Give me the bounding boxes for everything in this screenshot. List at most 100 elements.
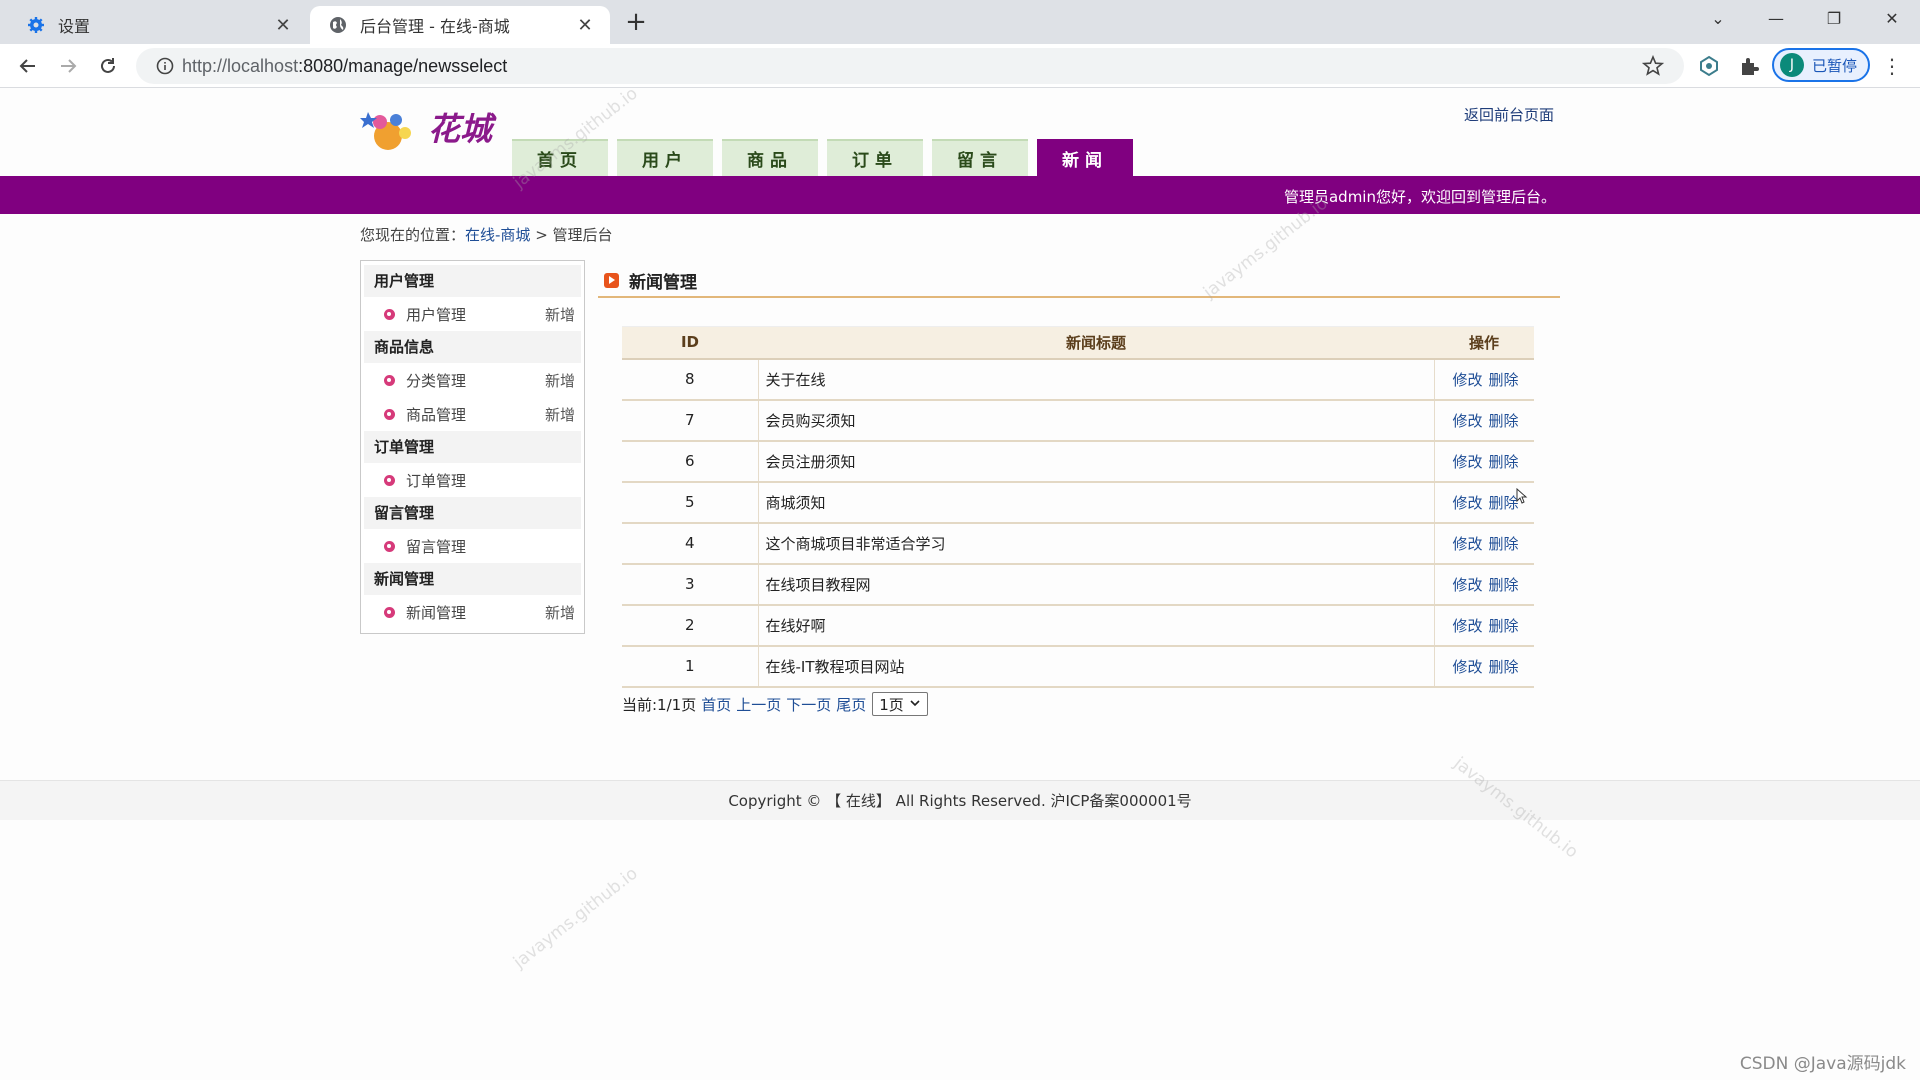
nav-tab-messages[interactable]: 留言 bbox=[932, 139, 1028, 176]
browser-tab-strip: 设置 ✕ 后台管理 - 在线-商城 ✕ + ⌄ — ❐ ✕ bbox=[0, 0, 1920, 44]
bullet-icon bbox=[384, 374, 395, 386]
gear-icon bbox=[26, 15, 46, 35]
sidebar-item-label[interactable]: 分类管理 bbox=[406, 370, 545, 391]
sidebar-group-products: 商品信息 bbox=[364, 331, 581, 363]
column-header-title: 新闻标题 bbox=[758, 326, 1434, 360]
sidebar-item-product-management[interactable]: 商品管理 新增 bbox=[364, 397, 581, 431]
tab-search-icon[interactable]: ⌄ bbox=[1690, 0, 1746, 36]
nav-tab-orders[interactable]: 订单 bbox=[827, 139, 923, 176]
watermark: javayms.github.io bbox=[509, 863, 642, 973]
site-footer: Copyright © 【 在线】 All Rights Reserved. 沪… bbox=[0, 780, 1920, 820]
close-icon[interactable]: ✕ bbox=[574, 14, 596, 36]
site-logo[interactable]: 花城 bbox=[360, 98, 510, 158]
sidebar-add-link[interactable]: 新增 bbox=[545, 602, 575, 623]
info-icon[interactable] bbox=[148, 57, 182, 75]
back-to-front-link[interactable]: 返回前台页面 bbox=[1464, 104, 1554, 125]
sidebar-group-orders: 订单管理 bbox=[364, 431, 581, 463]
sidebar-item-order-management[interactable]: 订单管理 bbox=[364, 463, 581, 497]
breadcrumb-home-link[interactable]: 在线-商城 bbox=[465, 226, 530, 244]
tab-settings[interactable]: 设置 ✕ bbox=[8, 6, 308, 44]
delete-link[interactable]: 删除 bbox=[1489, 576, 1519, 594]
bookmark-star-icon[interactable] bbox=[1641, 54, 1665, 81]
row-id: 7 bbox=[622, 399, 759, 442]
restore-button[interactable]: ❐ bbox=[1806, 0, 1862, 36]
more-menu-icon[interactable]: ⋮ bbox=[1880, 54, 1904, 78]
next-page-link[interactable]: 下一页 bbox=[786, 694, 831, 715]
sidebar-item-user-management[interactable]: 用户管理 新增 bbox=[364, 297, 581, 331]
row-actions: 修改 删除 bbox=[1434, 522, 1534, 565]
sidebar-item-label[interactable]: 新闻管理 bbox=[406, 602, 545, 623]
table-row: 1 在线-IT教程项目网站 修改 删除 bbox=[622, 645, 1534, 688]
credit-watermark: CSDN @Java源码jdk bbox=[1739, 1054, 1906, 1074]
back-arrow-icon[interactable] bbox=[12, 50, 44, 82]
minimize-button[interactable]: — bbox=[1748, 0, 1804, 36]
delete-link[interactable]: 删除 bbox=[1489, 658, 1519, 676]
nav-tab-news[interactable]: 新闻 bbox=[1037, 139, 1133, 176]
nav-tab-products[interactable]: 商品 bbox=[722, 139, 818, 176]
edit-link[interactable]: 修改 bbox=[1453, 535, 1483, 553]
sidebar-add-link[interactable]: 新增 bbox=[545, 370, 575, 391]
edit-link[interactable]: 修改 bbox=[1453, 371, 1483, 389]
forward-arrow-icon[interactable] bbox=[52, 50, 84, 82]
edit-link[interactable]: 修改 bbox=[1453, 576, 1483, 594]
nav-tab-users[interactable]: 用户 bbox=[617, 139, 713, 176]
prev-page-link[interactable]: 上一页 bbox=[736, 694, 781, 715]
window-close-button[interactable]: ✕ bbox=[1864, 0, 1920, 36]
row-title: 在线好啊 bbox=[758, 604, 1435, 647]
mouse-cursor-icon bbox=[1516, 487, 1528, 508]
sidebar-add-link[interactable]: 新增 bbox=[545, 304, 575, 325]
delete-link[interactable]: 删除 bbox=[1489, 494, 1519, 512]
row-id: 1 bbox=[622, 645, 759, 688]
delete-link[interactable]: 删除 bbox=[1489, 535, 1519, 553]
sidebar-item-news-management[interactable]: 新闻管理 新增 bbox=[364, 595, 581, 629]
new-tab-button[interactable]: + bbox=[622, 7, 650, 37]
sidebar-item-message-management[interactable]: 留言管理 bbox=[364, 529, 581, 563]
bullet-icon bbox=[384, 474, 395, 486]
page-status: 当前:1/1页 bbox=[622, 695, 697, 714]
panel-header: 新闻管理 bbox=[598, 264, 1560, 298]
page-content: 花城 返回前台页面 首页 用户 商品 订单 留言 新闻 管理员admin您好，欢… bbox=[0, 83, 1920, 1080]
edit-link[interactable]: 修改 bbox=[1453, 453, 1483, 471]
delete-link[interactable]: 删除 bbox=[1489, 371, 1519, 389]
table-row: 5 商城须知 修改 删除 bbox=[622, 481, 1534, 524]
close-icon[interactable]: ✕ bbox=[272, 14, 294, 36]
reload-icon[interactable] bbox=[92, 50, 124, 82]
row-actions: 修改 删除 bbox=[1434, 645, 1534, 688]
profile-button[interactable]: J 已暂停 bbox=[1772, 48, 1870, 82]
sidebar-item-label[interactable]: 用户管理 bbox=[406, 304, 545, 325]
bullet-icon bbox=[384, 540, 395, 552]
delete-link[interactable]: 删除 bbox=[1489, 412, 1519, 430]
breadcrumb-prefix: 您现在的位置： bbox=[360, 226, 466, 244]
tab-label: 设置 bbox=[58, 17, 91, 36]
sidebar-item-label[interactable]: 商品管理 bbox=[406, 404, 545, 425]
delete-link[interactable]: 删除 bbox=[1489, 453, 1519, 471]
chevron-down-icon bbox=[909, 695, 921, 713]
tab-admin[interactable]: 后台管理 - 在线-商城 ✕ bbox=[310, 6, 610, 44]
sidebar-group-messages: 留言管理 bbox=[364, 497, 581, 529]
last-page-link[interactable]: 尾页 bbox=[836, 694, 866, 715]
breadcrumb-current: 管理后台 bbox=[552, 226, 613, 244]
page-select[interactable]: 1页 bbox=[872, 692, 929, 716]
address-bar[interactable]: http://localhost:8080/manage/newsselect bbox=[136, 48, 1684, 84]
first-page-link[interactable]: 首页 bbox=[701, 694, 731, 715]
edit-link[interactable]: 修改 bbox=[1453, 494, 1483, 512]
column-header-id: ID bbox=[622, 326, 758, 360]
edit-link[interactable]: 修改 bbox=[1453, 412, 1483, 430]
bullet-icon bbox=[384, 408, 395, 420]
row-actions: 修改 删除 bbox=[1434, 358, 1534, 401]
sidebar-item-category-management[interactable]: 分类管理 新增 bbox=[364, 363, 581, 397]
row-id: 5 bbox=[622, 481, 759, 524]
sidebar-item-label[interactable]: 订单管理 bbox=[406, 470, 581, 491]
edit-link[interactable]: 修改 bbox=[1453, 617, 1483, 635]
sidebar-add-link[interactable]: 新增 bbox=[545, 404, 575, 425]
delete-link[interactable]: 删除 bbox=[1489, 617, 1519, 635]
extension-icon[interactable] bbox=[1697, 54, 1721, 78]
breadcrumb: 您现在的位置：在线-商城 > 管理后台 bbox=[360, 224, 613, 245]
browser-toolbar: http://localhost:8080/manage/newsselect … bbox=[0, 44, 1920, 88]
breadcrumb-separator: > bbox=[530, 226, 553, 244]
row-title: 在线项目教程网 bbox=[758, 563, 1435, 606]
sidebar-item-label[interactable]: 留言管理 bbox=[406, 536, 581, 557]
edit-link[interactable]: 修改 bbox=[1453, 658, 1483, 676]
tab-label: 后台管理 - 在线-商城 bbox=[360, 17, 510, 36]
puzzle-icon[interactable] bbox=[1737, 54, 1761, 78]
